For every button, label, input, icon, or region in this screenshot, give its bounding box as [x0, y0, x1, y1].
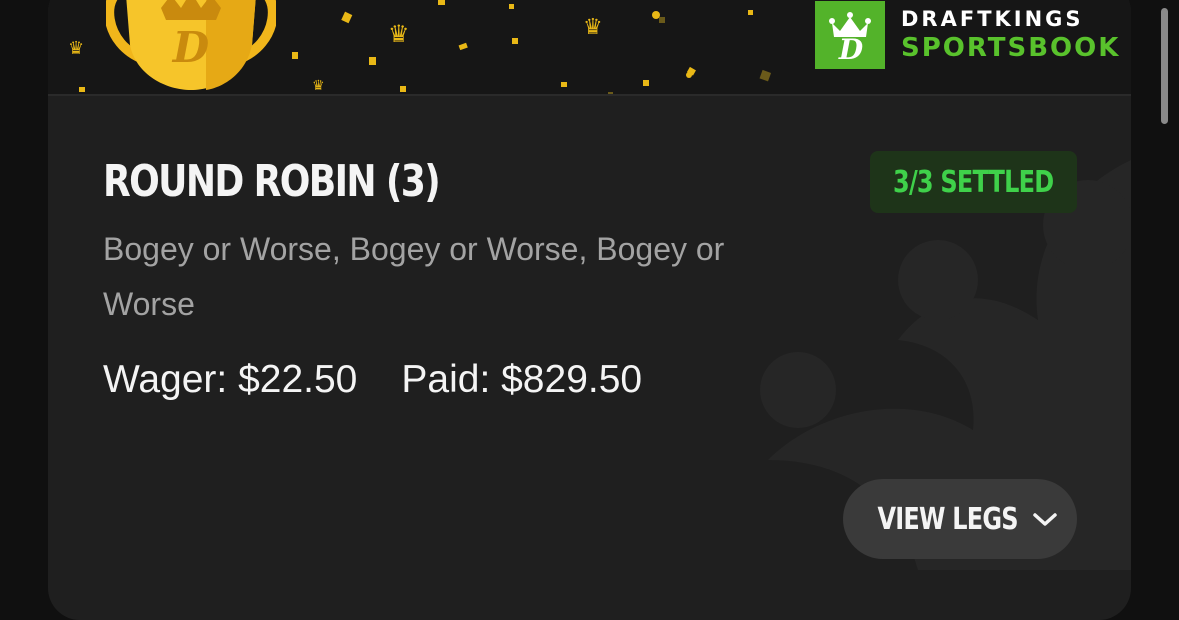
scrollbar[interactable] — [1161, 8, 1168, 124]
bet-card: ♛ ♛ ♛ ♛ D D DRAFTKINGS SPORTSBOOK ROUND … — [48, 0, 1131, 620]
draftkings-logo: D DRAFTKINGS SPORTSBOOK — [815, 1, 1120, 69]
bet-title: ROUND ROBIN (3) — [103, 156, 441, 207]
settled-status-badge: 3/3 SETTLED — [870, 151, 1077, 213]
wager-paid-row: Wager: $22.50 Paid: $829.50 — [103, 358, 642, 402]
svg-text:♛: ♛ — [312, 78, 325, 94]
svg-text:D: D — [838, 33, 864, 61]
svg-text:♛: ♛ — [68, 38, 84, 59]
paid-amount: Paid: $829.50 — [401, 358, 643, 401]
chevron-down-icon — [1032, 513, 1057, 526]
brand-line-2: SPORTSBOOK — [901, 33, 1121, 63]
brand-wordmark: DRAFTKINGS SPORTSBOOK — [901, 7, 1121, 63]
view-legs-button[interactable]: VIEW LEGS — [843, 479, 1077, 559]
winner-banner: ♛ ♛ ♛ ♛ D D DRAFTKINGS SPORTSBOOK — [48, 0, 1131, 96]
trophy-icon: D — [106, 0, 276, 90]
legs-summary: Bogey or Worse, Bogey or Worse, Bogey or… — [103, 231, 725, 322]
settled-status-text: 3/3 SETTLED — [893, 164, 1054, 200]
view-legs-label: VIEW LEGS — [877, 501, 1019, 537]
brand-line-1: DRAFTKINGS — [901, 7, 1084, 31]
svg-text:♛: ♛ — [388, 20, 410, 48]
svg-text:D: D — [172, 23, 210, 72]
wager-amount: Wager: $22.50 — [103, 358, 358, 401]
svg-text:♛: ♛ — [583, 15, 603, 40]
draftkings-crown-icon: D — [815, 1, 885, 69]
